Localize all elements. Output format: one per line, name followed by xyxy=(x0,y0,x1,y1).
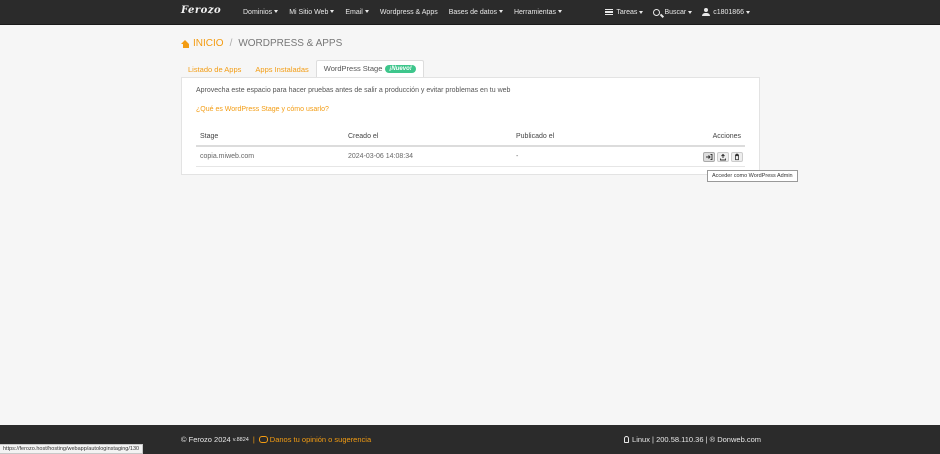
menu-label: Herramientas xyxy=(513,8,556,16)
footer-separator: | xyxy=(252,435,255,444)
user-label: c1801866 xyxy=(713,8,744,16)
login-wp-admin-button[interactable] xyxy=(703,151,715,162)
delete-button[interactable] xyxy=(731,151,743,162)
caret-down-icon xyxy=(498,10,503,14)
intro-text: Aprovecha este espacio para hacer prueba… xyxy=(196,87,511,94)
footer-left: © Ferozo 2024 v.8824 | Danos tu opinión … xyxy=(181,435,371,444)
menu-herramientas[interactable]: Herramientas xyxy=(514,9,562,16)
caret-down-icon xyxy=(364,10,369,14)
menu-label: Email xyxy=(345,8,363,16)
sign-in-icon xyxy=(706,153,713,160)
column-header-created: Creado el xyxy=(344,128,512,147)
search-label: Buscar xyxy=(664,8,687,16)
feedback-link[interactable]: Danos tu opinión o sugerencia xyxy=(270,435,371,444)
published-cell: - xyxy=(512,146,627,167)
menu-email[interactable]: Email xyxy=(345,9,369,16)
new-badge: ¡Nuevo! xyxy=(385,65,416,74)
tab-wordpress-stage[interactable]: WordPress Stage ¡Nuevo! xyxy=(315,60,424,78)
menu-label: Wordpress & Apps xyxy=(379,8,438,16)
help-link[interactable]: ¿Qué es WordPress Stage y cómo usarlo? xyxy=(196,106,329,113)
stage-table: Stage Creado el Publicado el Acciones co… xyxy=(196,128,745,167)
menu-wordpress-apps[interactable]: Wordpress & Apps xyxy=(380,9,438,16)
menu-dominios[interactable]: Dominios xyxy=(243,8,279,16)
user-icon xyxy=(702,8,711,16)
chat-icon xyxy=(258,436,268,443)
right-menu: Tareas Buscar c1801866 xyxy=(595,0,750,24)
caret-down-icon xyxy=(639,10,644,14)
server-info: Linux | 200.58.110.36 | ® Donweb.com xyxy=(632,435,761,444)
menu-bases-de-datos[interactable]: Bases de datos xyxy=(449,9,503,16)
footer-right: Linux | 200.58.110.36 | ® Donweb.com xyxy=(624,435,761,444)
caret-down-icon xyxy=(274,10,279,14)
linux-icon xyxy=(624,436,630,443)
caret-down-icon xyxy=(746,10,750,14)
publish-button[interactable] xyxy=(717,151,729,162)
main-menu: Dominios Mi Sitio Web Email Wordpress & … xyxy=(243,0,573,24)
column-header-actions: Acciones xyxy=(626,128,745,147)
tasks-menu[interactable]: Tareas xyxy=(605,8,644,16)
breadcrumb-current: WORDPRESS & APPS xyxy=(238,38,343,49)
table-row: copia.miweb.com 2024-03-06 14:08:34 - xyxy=(196,146,745,167)
upload-icon xyxy=(720,153,726,160)
copyright: © Ferozo 2024 xyxy=(181,435,231,444)
tab-label: WordPress Stage xyxy=(323,64,383,73)
created-cell: 2024-03-06 14:08:34 xyxy=(344,146,512,167)
caret-down-icon xyxy=(688,10,693,14)
menu-label: Dominios xyxy=(243,8,273,16)
menu-mi-sitio-web[interactable]: Mi Sitio Web xyxy=(289,8,335,16)
menu-label: Bases de datos xyxy=(448,8,497,16)
trash-icon xyxy=(735,153,739,160)
home-icon xyxy=(181,39,190,48)
table-header-row: Stage Creado el Publicado el Acciones xyxy=(196,128,745,147)
tooltip: Acceder como WordPress Admin xyxy=(707,170,798,182)
menu-label: Mi Sitio Web xyxy=(289,8,329,16)
app-tabs: Listado de Apps Apps Instaladas WordPres… xyxy=(181,60,424,78)
stage-panel: Aprovecha este espacio para hacer prueba… xyxy=(181,77,760,175)
breadcrumb: INICIO / WORDPRESS & APPS xyxy=(181,38,342,49)
search-icon xyxy=(653,8,661,16)
browser-status-url: https://ferozo.host/hosting/webapp/autol… xyxy=(0,444,144,454)
column-header-stage: Stage xyxy=(196,128,344,147)
actions-cell xyxy=(626,146,745,167)
stage-cell: copia.miweb.com xyxy=(196,146,344,167)
search-menu[interactable]: Buscar xyxy=(653,8,693,16)
breadcrumb-separator: / xyxy=(229,38,233,49)
tab-listado-de-apps[interactable]: Listado de Apps xyxy=(181,62,248,77)
user-menu[interactable]: c1801866 xyxy=(702,8,750,16)
caret-down-icon xyxy=(558,10,562,14)
version: v.8824 xyxy=(232,436,249,443)
tab-apps-instaladas[interactable]: Apps Instaladas xyxy=(248,62,315,77)
tasks-icon xyxy=(605,8,614,16)
caret-down-icon xyxy=(330,10,335,14)
brand-logo[interactable]: Ferozo xyxy=(181,5,221,16)
column-header-published: Publicado el xyxy=(512,128,627,147)
breadcrumb-home[interactable]: INICIO xyxy=(193,38,224,49)
top-navbar: Ferozo Dominios Mi Sitio Web Email Wordp… xyxy=(0,0,940,25)
tasks-label: Tareas xyxy=(616,8,638,16)
